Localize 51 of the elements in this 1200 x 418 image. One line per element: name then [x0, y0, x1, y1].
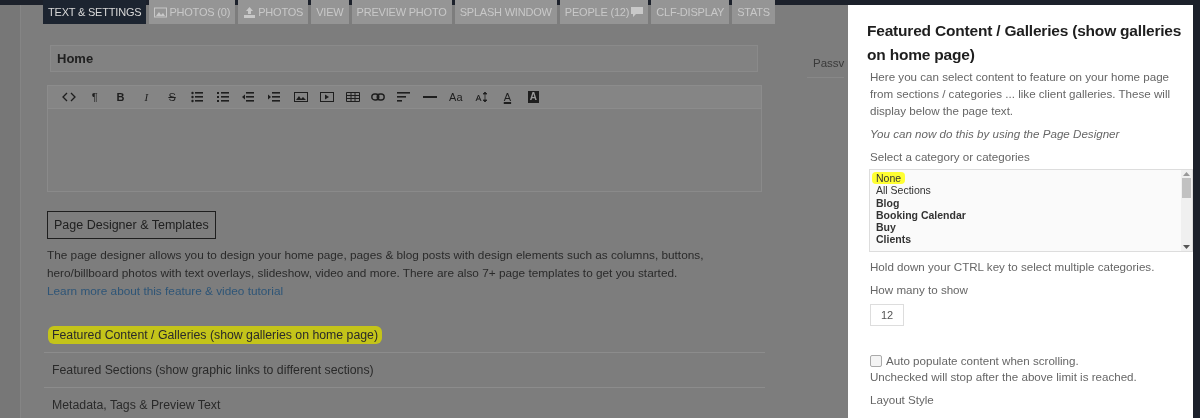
numbered-list-icon[interactable]: [216, 91, 231, 103]
title-field[interactable]: Home: [50, 45, 758, 72]
indent-icon[interactable]: [268, 91, 283, 103]
outdent-icon[interactable]: [242, 91, 257, 103]
format-button[interactable]: Aa: [449, 91, 463, 103]
link-icon[interactable]: [371, 91, 386, 103]
section-link[interactable]: Metadata, Tags & Preview Text: [52, 397, 221, 412]
align-left-icon[interactable]: [397, 91, 412, 103]
category-option[interactable]: All Sections: [876, 184, 931, 197]
italic-button[interactable]: I: [144, 91, 149, 103]
font-size-icon[interactable]: [474, 91, 489, 103]
code-icon[interactable]: [61, 91, 76, 103]
image-icon[interactable]: [294, 91, 309, 103]
chat-icon: [631, 7, 644, 17]
format-button[interactable]: ¶: [91, 91, 98, 103]
section-link[interactable]: Featured Sections (show graphic links to different sections): [52, 362, 374, 377]
panel-description: Here you can select content to feature on your home page from sections / categories ... like client galleries. These will display below the page text.: [870, 69, 1172, 119]
strikethrough-button[interactable]: S: [168, 91, 176, 103]
designer-note: You can now do this by using the Page Designer: [870, 126, 1121, 142]
password-label: Passv: [807, 55, 845, 78]
page-designer-button[interactable]: Page Designer & Templates: [47, 211, 216, 239]
category-option[interactable]: Blog: [876, 196, 900, 209]
checkbox[interactable]: [870, 354, 882, 367]
video-icon[interactable]: [319, 91, 334, 103]
category-option[interactable]: Clients: [876, 233, 911, 246]
text-color-button[interactable]: A: [503, 91, 512, 103]
image-icon: [154, 6, 168, 18]
tab[interactable]: TEXT & SETTINGS: [43, 0, 147, 24]
section-link[interactable]: Featured Content / Galleries (show galleries on home page): [48, 325, 383, 344]
checkbox-label: Auto populate content when scrolling.: [886, 354, 1079, 367]
upload-icon: [243, 6, 257, 18]
bold-button[interactable]: B: [116, 91, 125, 103]
scroll-up-icon[interactable]: [1183, 172, 1190, 176]
scrollbar[interactable]: [1181, 170, 1192, 251]
scrollbar-thumb[interactable]: [1182, 178, 1191, 198]
category-option[interactable]: Booking Calendar: [876, 208, 966, 222]
scroll-down-icon[interactable]: [1183, 245, 1190, 249]
select-label: Select a category or categories: [870, 149, 1031, 165]
layout-style-label: Layout Style: [870, 392, 935, 408]
background-color-button[interactable]: A: [527, 91, 539, 103]
select-hint: Hold down your CTRL key to select multiple categories.: [870, 259, 1156, 275]
category-option[interactable]: Buy: [876, 221, 896, 234]
count-label: How many to show: [870, 282, 969, 298]
table-icon[interactable]: [345, 91, 360, 103]
designer-description: The page designer allows you to design your home page, pages & blog posts with design elements such as columns, buttons, hero/billboard photos with text overlays, slideshow, video and more. There are also 7+ page templates to get you started. Learn more about this feature & video tutorial: [47, 247, 705, 300]
auto-hint: Unchecked will stop after the above limit is reached.: [870, 369, 1138, 385]
category-listbox[interactable]: None All Sections Blog Booking Calendar Buy Clients: [869, 169, 1193, 252]
category-option[interactable]: None: [872, 172, 906, 185]
panel-title: Featured Content / Galleries (show galleries on home page): [867, 21, 1183, 65]
bullet-list-icon[interactable]: [190, 91, 205, 103]
count-field[interactable]: 12: [870, 304, 904, 326]
